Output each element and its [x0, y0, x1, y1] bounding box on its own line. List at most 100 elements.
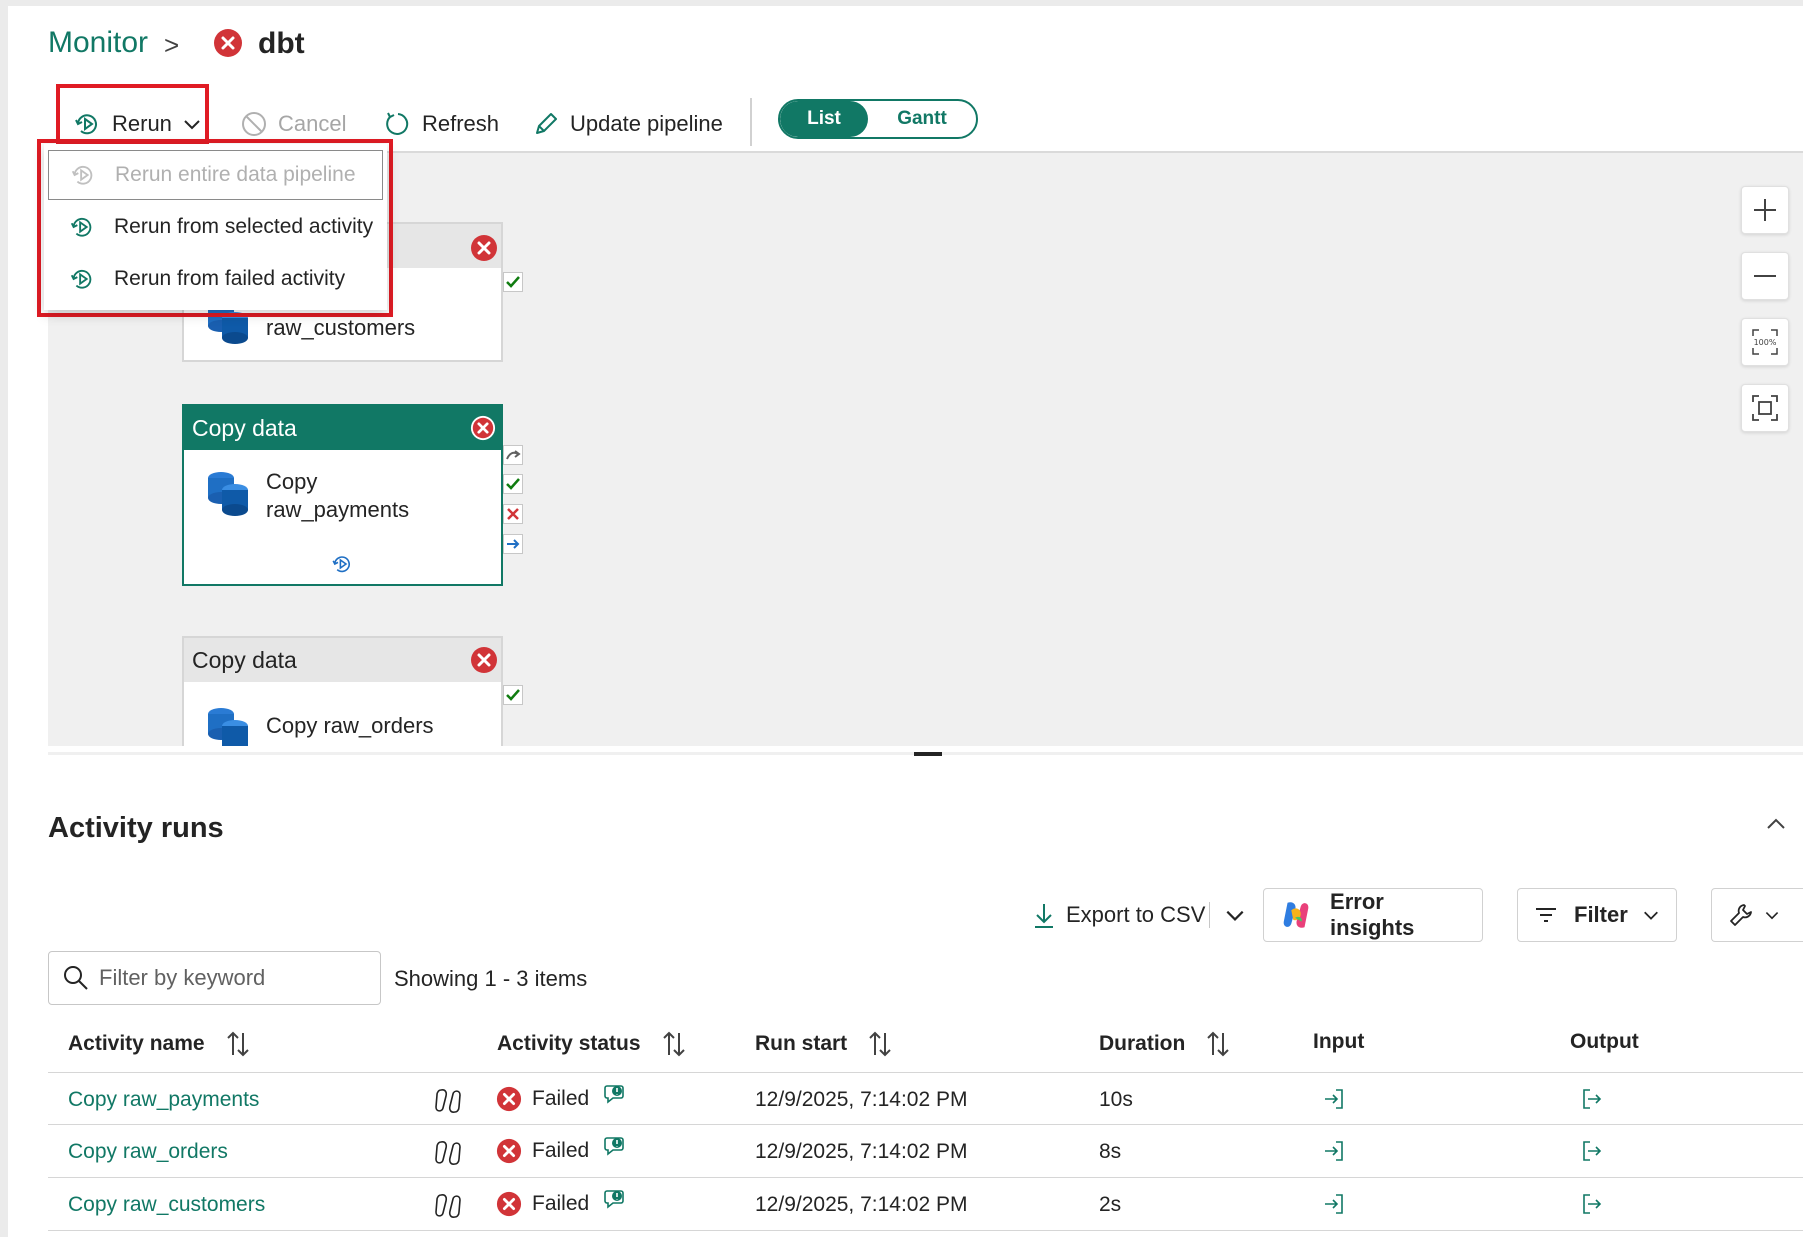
rerun-icon [69, 161, 97, 189]
copy-data-icon [206, 704, 250, 751]
chevron-up-icon[interactable] [1764, 812, 1788, 841]
zoom-100-button[interactable]: 100% [1741, 318, 1789, 366]
status-cell: Failed [496, 1138, 625, 1164]
duration-cell: 2s [1099, 1193, 1121, 1217]
run-start-cell: 12/9/2025, 7:14:02 PM [755, 1140, 968, 1164]
copilot-activity-icon[interactable] [432, 1138, 464, 1173]
error-circle-icon [470, 415, 496, 446]
settings-button[interactable] [1711, 888, 1803, 942]
row-divider [48, 1230, 1803, 1231]
sort-icon [867, 1030, 893, 1058]
pane-splitter-handle[interactable] [914, 752, 942, 756]
completion-port[interactable] [503, 534, 523, 554]
filter-keyword-input[interactable]: Filter by keyword [48, 951, 381, 1005]
column-header-activity-name[interactable]: Activity name [68, 1030, 251, 1058]
copilot-activity-icon[interactable] [432, 1191, 464, 1226]
column-header-input: Input [1313, 1030, 1364, 1054]
column-header-label: Activity status [497, 1032, 641, 1056]
activity-node-raw-orders[interactable]: Copy data Copy raw_orders [182, 636, 503, 746]
column-header-run-start[interactable]: Run start [755, 1030, 893, 1058]
x-icon [505, 506, 521, 522]
column-header-label: Output [1570, 1030, 1639, 1054]
cancel-button[interactable]: Cancel [240, 104, 346, 144]
output-icon[interactable] [1580, 1087, 1604, 1116]
success-port[interactable] [503, 272, 523, 292]
column-header-activity-status[interactable]: Activity status [497, 1030, 687, 1058]
column-header-label: Activity name [68, 1032, 205, 1056]
svg-text:100%: 100% [1754, 338, 1777, 347]
node-header: Copy data [184, 406, 501, 450]
chevron-down-icon [1764, 907, 1780, 923]
refresh-button[interactable]: Refresh [382, 104, 499, 144]
wrench-icon [1728, 902, 1754, 928]
toggle-list[interactable]: List [780, 101, 868, 137]
input-icon[interactable] [1322, 1087, 1346, 1116]
error-circle-icon [496, 1138, 522, 1164]
menu-item-rerun-from-selected[interactable]: Rerun from selected activity [48, 202, 383, 252]
row-divider [48, 1124, 1803, 1125]
search-placeholder: Filter by keyword [99, 965, 265, 991]
node-label-line1: Copy [266, 468, 317, 496]
activity-name-link[interactable]: Copy raw_payments [68, 1088, 259, 1112]
rerun-label: Rerun [112, 111, 172, 137]
zoom-in-button[interactable] [1741, 186, 1789, 234]
sort-icon [1205, 1030, 1231, 1058]
menu-item-rerun-from-failed[interactable]: Rerun from failed activity [48, 254, 383, 304]
table-header-divider [48, 1072, 1803, 1073]
rerun-icon [68, 265, 96, 293]
activity-node-raw-payments[interactable]: Copy data Copy raw_payments [182, 404, 503, 586]
export-csv-button[interactable]: Export to CSV [1032, 888, 1205, 942]
copilot-activity-icon[interactable] [432, 1086, 464, 1121]
success-port[interactable] [503, 685, 523, 705]
input-icon[interactable] [1322, 1139, 1346, 1168]
rerun-icon [68, 213, 96, 241]
copy-data-icon [206, 468, 250, 521]
chevron-down-icon [1642, 906, 1660, 924]
duration-cell: 10s [1099, 1088, 1133, 1112]
rerun-icon[interactable] [330, 552, 354, 581]
output-icon[interactable] [1580, 1192, 1604, 1221]
menu-item-label: Rerun entire data pipeline [115, 163, 356, 187]
pencil-icon [532, 110, 560, 138]
menu-item-rerun-entire-pipeline[interactable]: Rerun entire data pipeline [48, 150, 383, 200]
error-details-icon [603, 1135, 625, 1157]
activity-name-link[interactable]: Copy raw_customers [68, 1193, 265, 1217]
success-port[interactable] [503, 474, 523, 494]
sort-icon [661, 1030, 687, 1058]
plus-icon [1751, 196, 1779, 224]
copilot-icon [1280, 898, 1312, 932]
column-header-duration[interactable]: Duration [1099, 1030, 1231, 1058]
input-icon[interactable] [1322, 1192, 1346, 1221]
breadcrumb-monitor-link[interactable]: Monitor [48, 26, 148, 60]
rerun-button[interactable]: Rerun [72, 104, 202, 144]
failure-port[interactable] [503, 504, 523, 524]
zoom-out-button[interactable] [1741, 252, 1789, 300]
rerun-menu: Rerun entire data pipeline Rerun from se… [44, 144, 387, 310]
export-options-dropdown[interactable] [1224, 888, 1246, 942]
menu-item-label: Rerun from selected activity [114, 215, 373, 239]
minus-icon [1751, 262, 1779, 290]
export-divider [1209, 902, 1210, 928]
status-label: Failed [532, 1139, 589, 1163]
fit-to-screen-button[interactable] [1741, 384, 1789, 432]
error-details-icon [603, 1083, 625, 1105]
refresh-icon [382, 109, 412, 139]
output-icon[interactable] [1580, 1139, 1604, 1168]
error-circle-icon [213, 28, 243, 63]
update-pipeline-button[interactable]: Update pipeline [532, 104, 723, 144]
search-icon [63, 965, 89, 991]
row-divider [48, 1177, 1803, 1178]
skip-arrow-icon [505, 447, 521, 463]
toggle-gantt[interactable]: Gantt [868, 101, 976, 137]
page-title: dbt [258, 27, 305, 61]
menu-item-label: Rerun from failed activity [114, 267, 345, 291]
error-insights-button[interactable]: Error insights [1263, 888, 1483, 942]
filter-icon [1534, 905, 1558, 925]
duration-cell: 8s [1099, 1140, 1121, 1164]
status-label: Failed [532, 1087, 589, 1111]
breadcrumb-separator: > [164, 30, 179, 61]
activity-name-link[interactable]: Copy raw_orders [68, 1140, 228, 1164]
filter-button[interactable]: Filter [1517, 888, 1677, 942]
activity-runs-title: Activity runs [48, 812, 224, 845]
skip-port[interactable] [503, 445, 523, 465]
